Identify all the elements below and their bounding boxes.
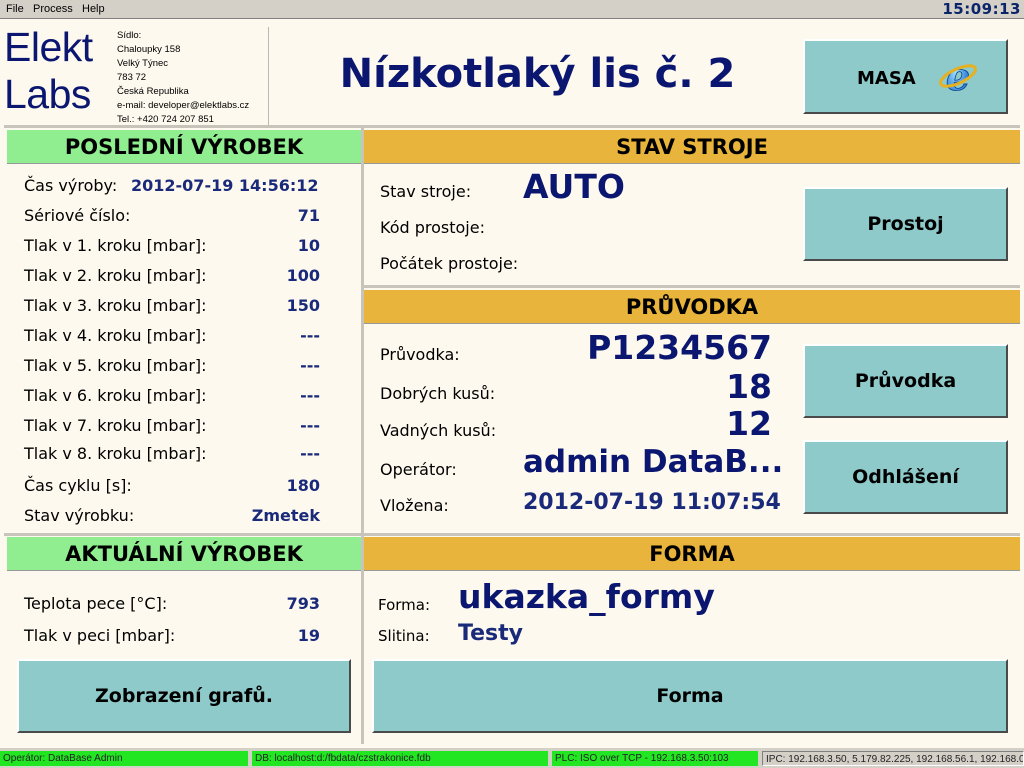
alloy-label: Slitina: bbox=[378, 627, 430, 645]
company-logo: Elekt Labs bbox=[4, 27, 108, 123]
masa-button-label: MASA bbox=[857, 68, 916, 89]
inserted-label: Vložena: bbox=[380, 496, 449, 515]
logo-line-1: Elekt bbox=[4, 24, 93, 70]
pressure-step-2-value: 100 bbox=[286, 266, 320, 285]
current-product-header: AKTUÁLNÍ VÝROBEK bbox=[7, 537, 361, 571]
state-panel-divider bbox=[364, 285, 1020, 288]
address-line: 783 72 bbox=[117, 72, 147, 83]
furnace-temperature-label: Teplota pece [°C]: bbox=[24, 594, 168, 613]
pressure-step-1-label: Tlak v 1. kroku [mbar]: bbox=[24, 236, 207, 255]
job-ticket-header: PRŮVODKA bbox=[364, 290, 1020, 324]
operator-value: admin DataB... bbox=[523, 444, 784, 480]
product-state-label: Stav výrobku: bbox=[24, 506, 135, 525]
show-graphs-button[interactable]: Zobrazení grafů. bbox=[17, 659, 351, 733]
furnace-pressure-value: 19 bbox=[297, 626, 320, 645]
status-ipc: IPC: 192.168.3.50, 5.179.82.225, 192.168… bbox=[762, 751, 1024, 766]
form-label: Forma: bbox=[378, 596, 431, 614]
pressure-step-5-label: Tlak v 5. kroku [mbar]: bbox=[24, 356, 207, 375]
left-panel-divider bbox=[4, 533, 361, 536]
address-line: Česká Republika bbox=[117, 86, 189, 97]
pressure-step-3-label: Tlak v 3. kroku [mbar]: bbox=[24, 296, 207, 315]
status-bar: Operátor: DataBase Admin DB: localhost:d… bbox=[0, 748, 1024, 768]
job-ticket-label: Průvodka: bbox=[380, 345, 460, 364]
menu-file[interactable]: File bbox=[6, 3, 24, 15]
cycle-time-label: Čas cyklu [s]: bbox=[24, 476, 132, 495]
machine-state-label: Stav stroje: bbox=[380, 182, 472, 201]
mould-header: FORMA bbox=[364, 537, 1020, 571]
logout-button[interactable]: Odhlášení bbox=[803, 440, 1008, 514]
clock: 15:09:13 bbox=[942, 0, 1021, 18]
mould-button[interactable]: Forma bbox=[372, 659, 1008, 733]
pressure-step-6-label: Tlak v 6. kroku [mbar]: bbox=[24, 386, 207, 405]
cycle-time-value: 180 bbox=[286, 476, 320, 495]
vertical-divider bbox=[361, 127, 364, 744]
serial-number-label: Sériové číslo: bbox=[24, 206, 131, 225]
pressure-step-7-value: --- bbox=[300, 416, 320, 435]
bad-pieces-value: 12 bbox=[726, 404, 772, 443]
pressure-step-5-value: --- bbox=[300, 356, 320, 375]
pressure-step-8-value: --- bbox=[300, 444, 320, 463]
masa-button[interactable]: MASA e bbox=[803, 39, 1008, 114]
status-plc: PLC: ISO over TCP - 192.168.3.50:103 bbox=[552, 751, 758, 766]
menu-help[interactable]: Help bbox=[82, 3, 105, 15]
good-pieces-label: Dobrých kusů: bbox=[380, 384, 496, 403]
address-line: Chaloupky 158 bbox=[117, 44, 181, 55]
pressure-step-6-value: --- bbox=[300, 386, 320, 405]
menu-bar: File Process Help 15:09:13 bbox=[0, 0, 1024, 18]
pressure-step-1-value: 10 bbox=[297, 236, 320, 255]
machine-title: Nízkotlaký lis č. 2 bbox=[339, 51, 736, 97]
bad-pieces-label: Vadných kusů: bbox=[380, 421, 497, 440]
pressure-step-7-label: Tlak v 7. kroku [mbar]: bbox=[24, 416, 207, 435]
address-line: e-mail: developer@elektlabs.cz bbox=[117, 100, 250, 111]
address-line: Velký Týnec bbox=[117, 58, 169, 69]
ticket-panel-divider bbox=[364, 533, 1020, 536]
svg-text:e: e bbox=[946, 56, 970, 98]
furnace-pressure-label: Tlak v peci [mbar]: bbox=[24, 626, 176, 645]
good-pieces-value: 18 bbox=[726, 367, 772, 406]
downtime-start-label: Počátek prostoje: bbox=[380, 254, 519, 273]
furnace-temperature-value: 793 bbox=[286, 594, 320, 613]
downtime-button[interactable]: Prostoj bbox=[803, 187, 1008, 261]
menu-process[interactable]: Process bbox=[33, 3, 73, 15]
main-panel: Elekt Labs Sídlo: Chaloupky 158 Velký Tý… bbox=[0, 18, 1024, 748]
pressure-step-4-label: Tlak v 4. kroku [mbar]: bbox=[24, 326, 207, 345]
pressure-step-3-value: 150 bbox=[286, 296, 320, 315]
header-divider bbox=[268, 27, 269, 125]
downtime-code-label: Kód prostoje: bbox=[380, 218, 485, 237]
production-time-label: Čas výroby: bbox=[24, 176, 118, 195]
job-ticket-value: P1234567 bbox=[587, 328, 772, 367]
operator-label: Operátor: bbox=[380, 460, 457, 479]
machine-state-value: AUTO bbox=[523, 167, 625, 206]
job-ticket-button[interactable]: Průvodka bbox=[803, 344, 1008, 418]
logo-line-2: Labs bbox=[4, 71, 91, 117]
pressure-step-2-label: Tlak v 2. kroku [mbar]: bbox=[24, 266, 207, 285]
form-value: ukazka_formy bbox=[458, 577, 715, 616]
serial-number-value: 71 bbox=[297, 206, 320, 225]
company-address: Sídlo: Chaloupky 158 Velký Týnec 783 72 … bbox=[117, 29, 249, 127]
inserted-value: 2012-07-19 11:07:54 bbox=[523, 490, 781, 515]
production-time-value: 2012-07-19 14:56:12 bbox=[131, 176, 319, 195]
internet-explorer-icon: e bbox=[939, 56, 977, 98]
status-operator: Operátor: DataBase Admin bbox=[0, 751, 248, 766]
product-state-value: Zmetek bbox=[251, 506, 320, 525]
pressure-step-8-label: Tlak v 8. kroku [mbar]: bbox=[24, 444, 207, 463]
status-database: DB: localhost:d:/fbdata/czstrakonice.fdb bbox=[252, 751, 548, 766]
header-bottom-divider bbox=[4, 125, 1020, 128]
pressure-step-4-value: --- bbox=[300, 326, 320, 345]
alloy-value: Testy bbox=[458, 621, 523, 646]
machine-state-header: STAV STROJE bbox=[364, 130, 1020, 164]
address-line: Sídlo: bbox=[117, 30, 142, 41]
last-product-header: POSLEDNÍ VÝROBEK bbox=[7, 130, 361, 164]
